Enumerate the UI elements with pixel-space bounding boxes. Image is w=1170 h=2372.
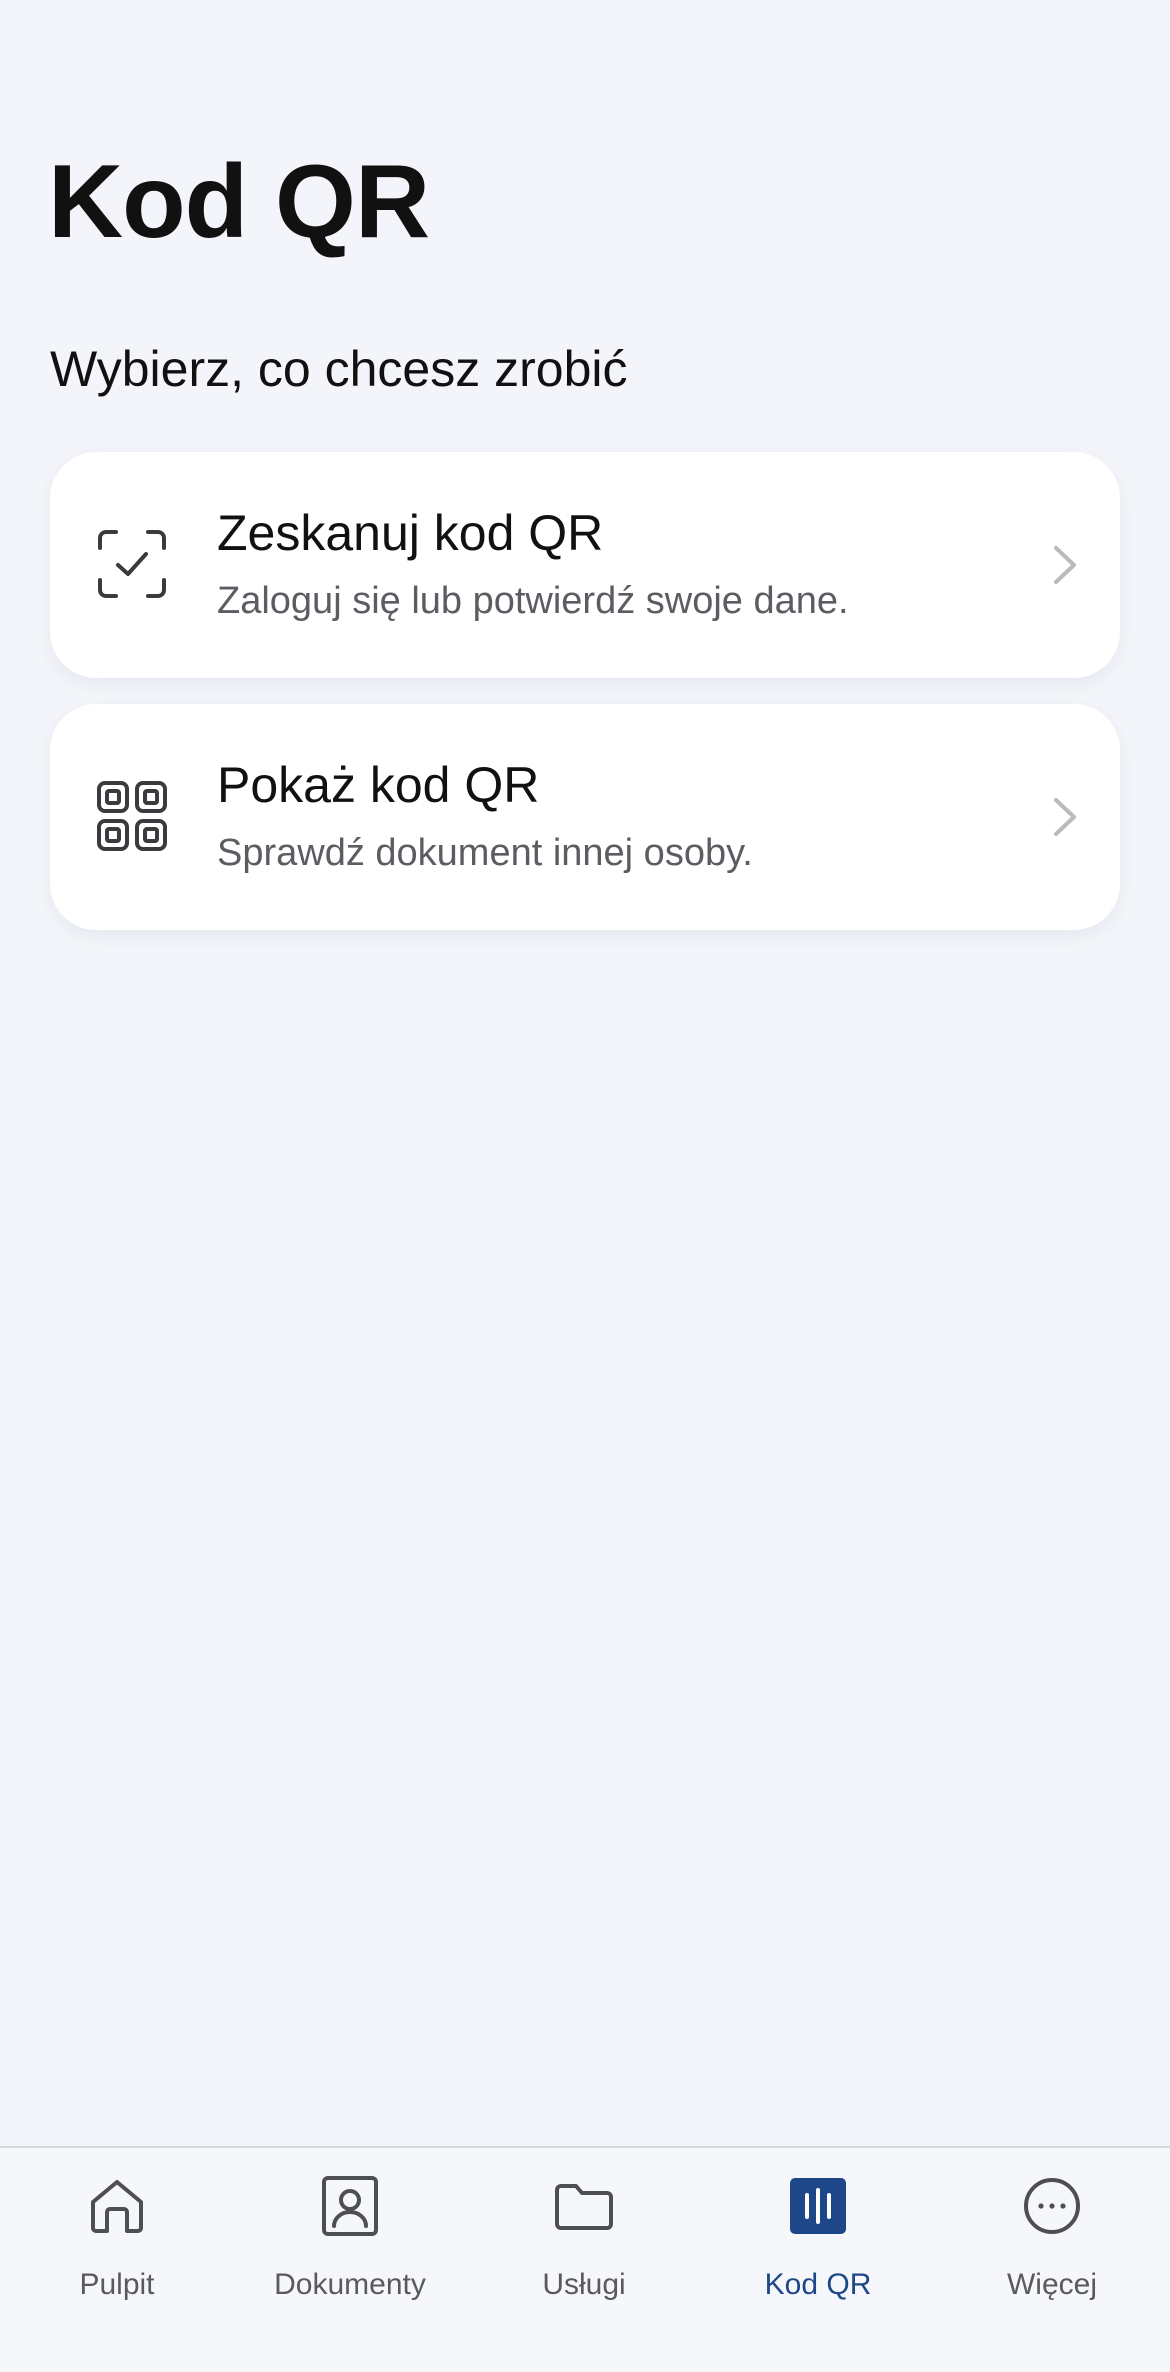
scan-qr-description: Zaloguj się lub potwierdź swoje dane. bbox=[217, 580, 849, 622]
tab-bar: Pulpit Dokumenty Usługi Kod QR Więcej bbox=[0, 2146, 1170, 2372]
scan-qr-title: Zeskanuj kod QR bbox=[217, 505, 604, 561]
tab-dokumenty[interactable]: Dokumenty bbox=[233, 2148, 467, 2372]
show-qr-description: Sprawdź dokument innej osoby. bbox=[217, 832, 753, 874]
more-icon bbox=[1024, 2178, 1080, 2234]
tab-label: Pulpit bbox=[79, 2268, 155, 2301]
chevron-right-icon bbox=[1054, 798, 1076, 836]
scan-check-icon bbox=[98, 530, 166, 598]
show-qr-option[interactable]: Pokaż kod QR Sprawdź dokument innej osob… bbox=[50, 704, 1120, 930]
page-title: Kod QR bbox=[48, 144, 430, 260]
home-icon bbox=[91, 2180, 143, 2233]
tab-pulpit[interactable]: Pulpit bbox=[0, 2148, 234, 2372]
tab-uslugi[interactable]: Usługi bbox=[467, 2148, 701, 2372]
section-heading: Wybierz, co chcesz zrobić bbox=[50, 341, 628, 397]
tab-label: Usługi bbox=[542, 2268, 626, 2301]
show-qr-title: Pokaż kod QR bbox=[217, 757, 540, 813]
tab-wiecej[interactable]: Więcej bbox=[935, 2148, 1169, 2372]
folder-icon bbox=[555, 2184, 613, 2230]
tab-label: Więcej bbox=[1006, 2268, 1097, 2301]
scan-qr-option[interactable]: Zeskanuj kod QR Zaloguj się lub potwierd… bbox=[50, 452, 1120, 678]
tab-label: Kod QR bbox=[764, 2268, 872, 2301]
tab-kod-qr[interactable]: Kod QR bbox=[701, 2148, 935, 2372]
id-card-icon bbox=[322, 2176, 378, 2236]
chevron-right-icon bbox=[1054, 546, 1076, 584]
tab-label: Dokumenty bbox=[274, 2268, 426, 2301]
qr-tab-icon bbox=[790, 2178, 846, 2234]
qr-code-icon bbox=[97, 781, 167, 851]
